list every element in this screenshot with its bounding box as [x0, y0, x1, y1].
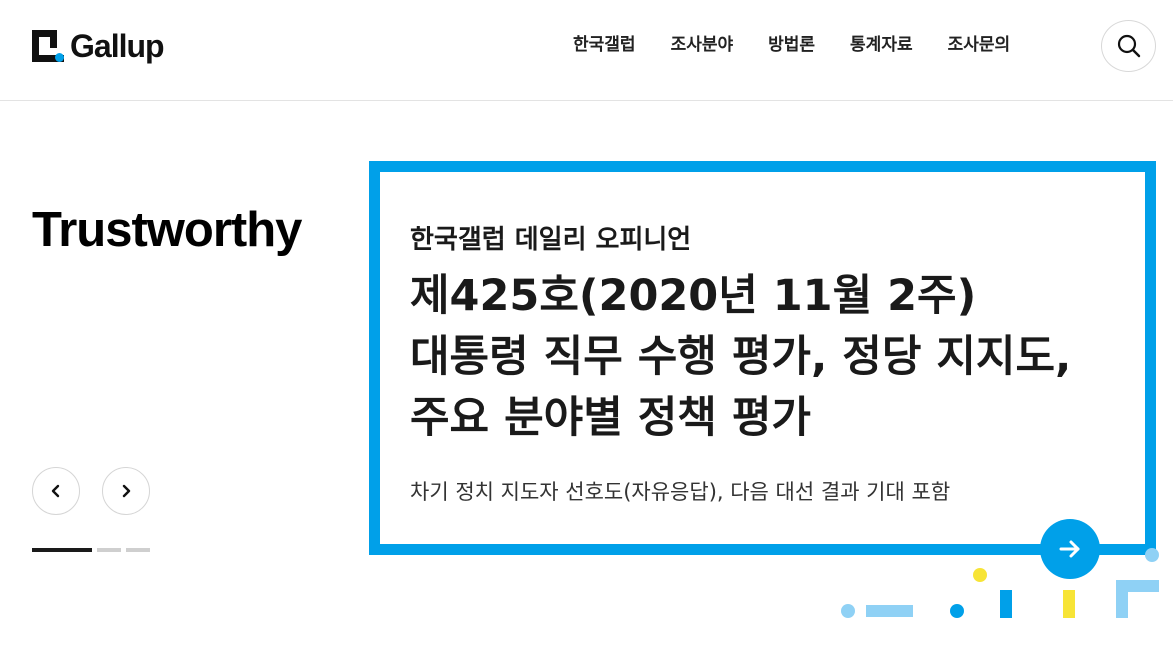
- feature-title-line: 제425호(2020년 11월 2주): [410, 271, 977, 321]
- page: Gallup 한국갤럽 조사분야 방법론 통계자료 조사문의 Trustwort…: [0, 0, 1173, 649]
- slide-prev-button[interactable]: [32, 467, 80, 515]
- feature-subtitle: 차기 정치 지도자 선호도(자유응답), 다음 대선 결과 기대 포함: [410, 480, 951, 504]
- gallup-logo[interactable]: Gallup: [32, 26, 165, 66]
- decorative-shapes: [841, 548, 1159, 618]
- chevron-right-icon: [122, 484, 131, 498]
- feature-title: 제425호(2020년 11월 2주) 대통령 직무 수행 평가, 정당 지지도…: [410, 266, 1130, 449]
- feature-kicker: 한국갤럽 데일리 오피니언: [410, 225, 692, 255]
- slide-indicator-2[interactable]: [97, 548, 121, 552]
- nav-item-research-areas[interactable]: 조사분야: [671, 34, 734, 56]
- decorative-pattern: [830, 540, 1173, 649]
- search-icon: [1117, 34, 1140, 58]
- search-button[interactable]: [1101, 20, 1156, 72]
- nav-item-statistics[interactable]: 통계자료: [850, 34, 913, 56]
- nav-item-inquiry[interactable]: 조사문의: [948, 34, 1011, 56]
- nav-item-methodology[interactable]: 방법론: [768, 34, 815, 56]
- hero-headline: Trustworthy: [32, 203, 302, 257]
- slide-indicator-3[interactable]: [126, 548, 150, 552]
- slide-next-button[interactable]: [102, 467, 150, 515]
- slide-indicator-1[interactable]: [32, 548, 92, 552]
- gallup-logo-mark: [32, 30, 64, 62]
- site-header: Gallup 한국갤럽 조사분야 방법론 통계자료 조사문의: [0, 0, 1173, 101]
- nav-item-korea-gallup[interactable]: 한국갤럽: [573, 34, 636, 56]
- logo-text: Gallup: [70, 28, 165, 64]
- chevron-left-icon: [51, 484, 60, 498]
- slide-progress: [32, 548, 155, 552]
- main-nav: 한국갤럽 조사분야 방법론 통계자료 조사문의: [573, 34, 1010, 56]
- feature-title-line: 주요 분야별 정책 평가: [410, 393, 811, 443]
- feature-card[interactable]: 한국갤럽 데일리 오피니언 제425호(2020년 11월 2주) 대통령 직무…: [369, 161, 1156, 555]
- feature-title-line: 대통령 직무 수행 평가, 정당 지지도,: [410, 332, 1072, 382]
